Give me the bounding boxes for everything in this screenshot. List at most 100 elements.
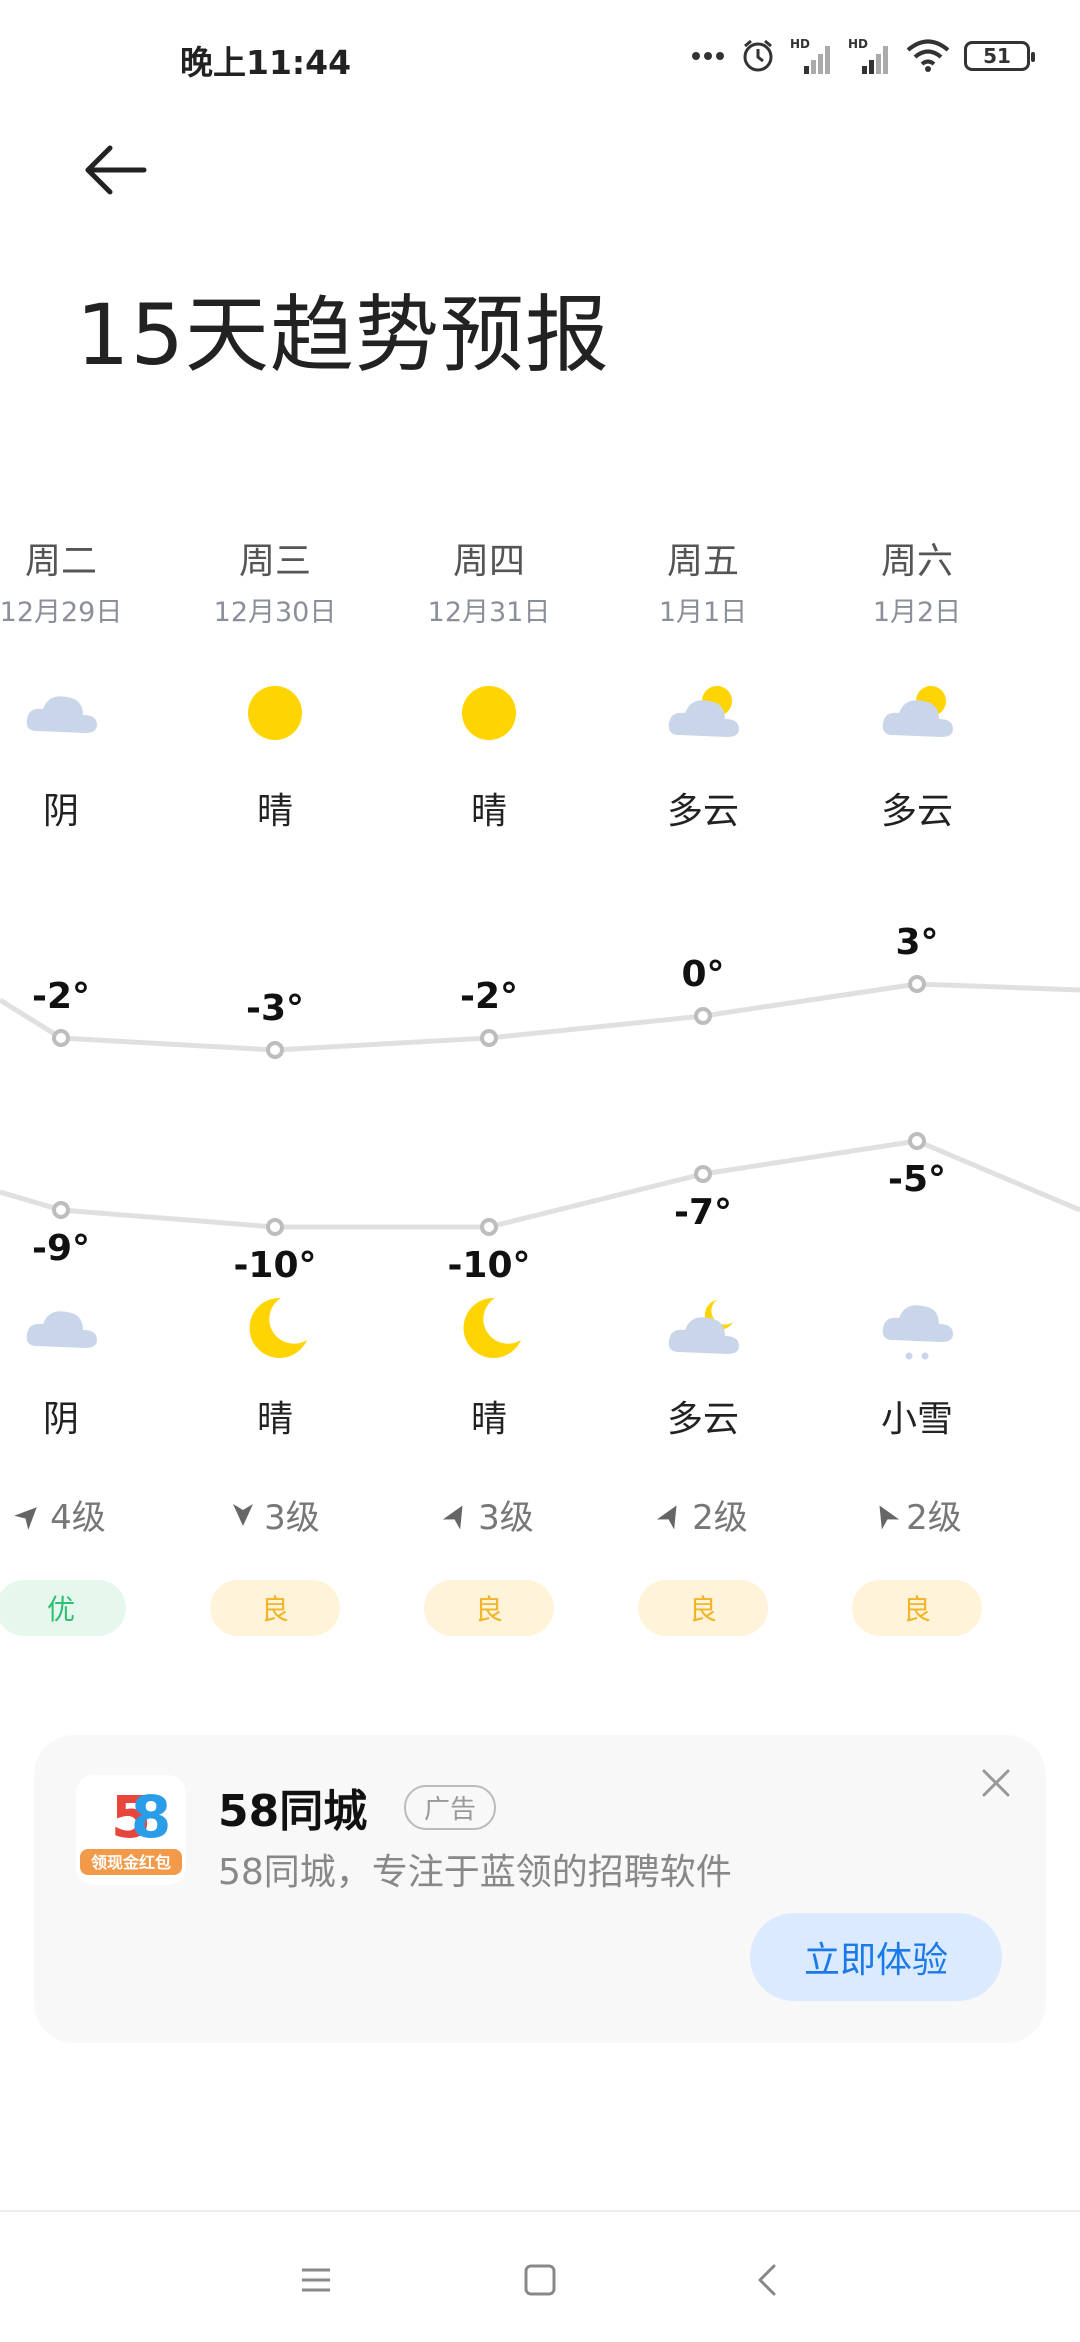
- wind-info: 3级: [389, 1490, 589, 1539]
- wind-level: 2级: [692, 1498, 748, 1538]
- date-label: 1月2日: [872, 597, 962, 628]
- date-label: 12月29日: [0, 597, 123, 628]
- day-condition: 多云: [880, 791, 953, 832]
- weekday-label: 周三: [238, 541, 311, 582]
- alarm-icon: [743, 39, 773, 72]
- wind-info: 4级: [0, 1490, 161, 1539]
- back-arrow-icon: [85, 145, 147, 195]
- ad-logo: 5 8 领现金红包: [76, 1775, 186, 1885]
- day-condition: 多云: [666, 791, 739, 832]
- aqi-badge: 优: [0, 1580, 126, 1636]
- high-temp-label: 3°: [895, 922, 939, 963]
- day-weather-icon: [237, 675, 313, 751]
- svg-text:HD: HD: [790, 37, 810, 51]
- low-temp-label: -7°: [674, 1192, 732, 1233]
- cloudy-icon: [26, 1311, 97, 1348]
- high-temp-label: -3°: [246, 988, 304, 1029]
- cloudy-icon: [26, 696, 97, 733]
- wind-info: 2级: [603, 1490, 803, 1539]
- night-weather-icon: [23, 1290, 99, 1366]
- night-condition: 小雪: [880, 1399, 953, 1440]
- forecast-day-column[interactable]: 周五 1月1日 多云 0° -7° 多云 2级 良: [603, 520, 803, 1660]
- high-temp-label: 0°: [681, 954, 725, 995]
- high-temp-label: -2°: [460, 976, 518, 1017]
- svg-text:8: 8: [131, 1783, 171, 1851]
- moon-icon: [249, 1297, 307, 1358]
- day-weather-icon: [665, 675, 741, 751]
- high-temp-label: -2°: [32, 976, 90, 1017]
- ad-close-button[interactable]: [976, 1763, 1016, 1803]
- status-bar: 晚上11:44 HD HD 51: [0, 0, 1080, 110]
- date-label: 12月31日: [427, 597, 551, 628]
- svg-text:HD: HD: [848, 37, 868, 51]
- back-button[interactable]: [80, 140, 152, 200]
- light-snow-icon: [882, 1305, 953, 1360]
- aqi-badge: 良: [638, 1580, 768, 1636]
- wind-direction-icon: [879, 1504, 900, 1530]
- back-icon: [758, 2264, 776, 2296]
- wind-direction-icon: [233, 1503, 254, 1526]
- forecast-day-column[interactable]: 周三 12月30日 晴 -3° -10° 晴 3级 良: [175, 520, 375, 1660]
- svg-text:领现金红包: 领现金红包: [91, 1853, 171, 1872]
- ad-title: 58同城: [218, 1786, 368, 1837]
- night-condition: 晴: [256, 1399, 293, 1440]
- signal-hd-icon: HD: [790, 37, 830, 74]
- day-condition: 阴: [42, 791, 79, 832]
- menu-button[interactable]: [296, 2260, 336, 2300]
- forecast-day-column[interactable]: 周二 12月29日 阴 -2° -9° 阴 4级 优: [0, 520, 161, 1660]
- forecast-chart[interactable]: 周二 12月29日 阴 -2° -9° 阴 4级 优 周三 12月30日 晴 -…: [0, 520, 1080, 1660]
- home-button[interactable]: [520, 2260, 560, 2300]
- partly-cloudy-night-icon: [668, 1300, 739, 1354]
- low-temp-label: -5°: [888, 1159, 946, 1200]
- day-weather-icon: [451, 675, 527, 751]
- close-icon: [982, 1769, 1010, 1797]
- forecast-day-column[interactable]: 周六 1月2日 多云 3° -5° 小雪 2级 良: [817, 520, 1017, 1660]
- partly-cloudy-icon: [882, 686, 953, 737]
- wind-direction-icon: [657, 1504, 677, 1530]
- night-weather-icon: [879, 1290, 955, 1366]
- nav-back-button[interactable]: [748, 2260, 788, 2300]
- day-condition: 晴: [256, 791, 293, 832]
- wind-level: 4级: [50, 1498, 106, 1538]
- weekday-label: 周四: [452, 541, 525, 582]
- low-temp-label: -10°: [233, 1245, 317, 1286]
- weekday-label: 周五: [666, 541, 739, 582]
- wind-direction-icon: [14, 1506, 37, 1530]
- low-temp-label: -10°: [447, 1245, 531, 1286]
- menu-icon: [302, 2268, 330, 2292]
- wind-info: 3级: [175, 1490, 375, 1539]
- status-time: 晚上11:44: [180, 43, 352, 82]
- battery-icon: 51: [964, 41, 1035, 71]
- night-condition: 晴: [470, 1399, 507, 1440]
- sunny-icon: [248, 686, 302, 740]
- date-label: 12月30日: [213, 597, 337, 628]
- night-weather-icon: [665, 1290, 741, 1366]
- wind-level: 3级: [478, 1498, 534, 1538]
- sunny-icon: [462, 686, 516, 740]
- ad-cta-button[interactable]: 立即体验: [750, 1913, 1002, 2001]
- partly-cloudy-icon: [668, 686, 739, 737]
- ad-card[interactable]: 5 8 领现金红包 58同城 广告 58同城，专注于蓝领的招聘软件 立即体验: [34, 1735, 1046, 2043]
- day-weather-icon: [23, 675, 99, 751]
- moon-icon: [463, 1297, 521, 1358]
- page-title: 15天趋势预报: [76, 286, 610, 384]
- weekday-label: 周二: [24, 541, 97, 582]
- home-icon: [524, 2264, 556, 2296]
- low-temp-label: -9°: [32, 1228, 90, 1269]
- weekday-label: 周六: [880, 541, 953, 582]
- forecast-day-column[interactable]: 周四 12月31日 晴 -2° -10° 晴 3级 良: [389, 520, 589, 1660]
- signal-hd-icon: HD: [848, 37, 888, 74]
- wind-level: 2级: [906, 1498, 962, 1538]
- ad-badge: 广告: [404, 1785, 497, 1830]
- wifi-icon: [906, 39, 950, 72]
- date-label: 1月1日: [658, 597, 748, 628]
- night-condition: 阴: [42, 1399, 79, 1440]
- wind-level: 3级: [264, 1498, 320, 1538]
- night-condition: 多云: [666, 1399, 739, 1440]
- more-icon: [692, 52, 724, 60]
- night-weather-icon: [237, 1290, 313, 1366]
- night-weather-icon: [451, 1290, 527, 1366]
- day-condition: 晴: [470, 791, 507, 832]
- wind-direction-icon: [443, 1504, 463, 1530]
- aqi-badge: 良: [852, 1580, 982, 1636]
